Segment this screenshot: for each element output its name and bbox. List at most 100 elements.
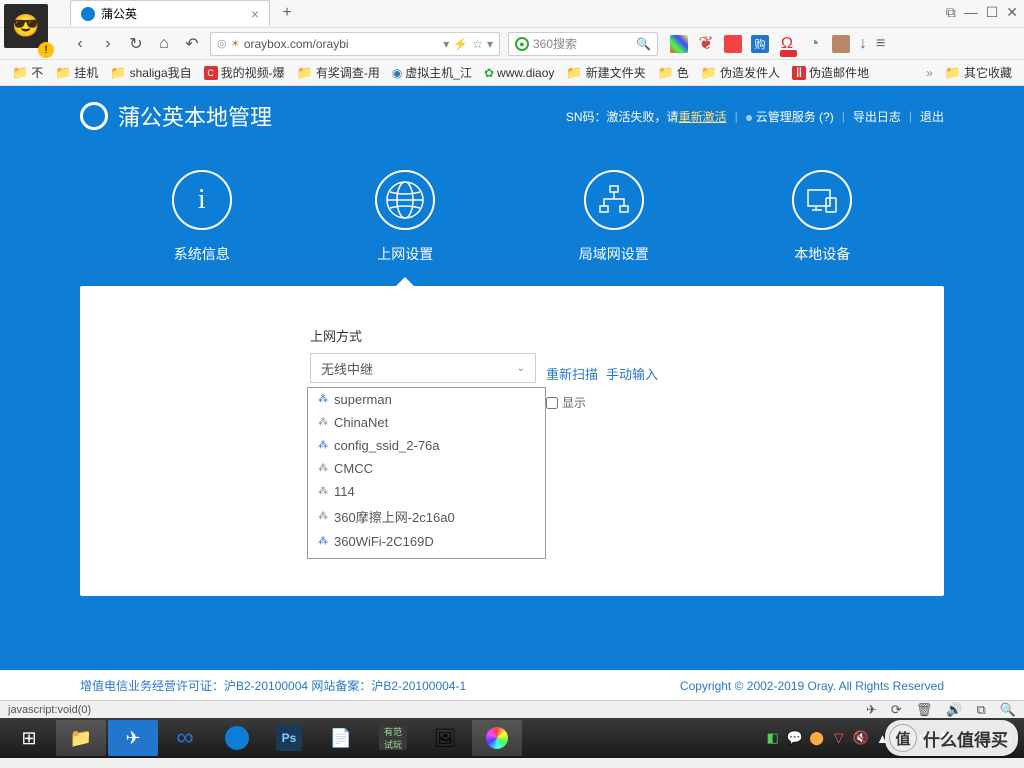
extension-icons: ❦ 购 Ωnew ◔ ↓ ≡ bbox=[670, 35, 885, 53]
browser-tab[interactable]: 蒲公英 × bbox=[70, 0, 270, 26]
window-close-icon[interactable]: ✕ bbox=[1006, 4, 1018, 21]
flash-icon[interactable]: ⚡ bbox=[453, 37, 468, 51]
status-icon[interactable]: ⟳ bbox=[891, 702, 902, 718]
taskbar-photoshop[interactable]: Ps bbox=[264, 720, 314, 756]
ext-icon-1[interactable] bbox=[670, 35, 688, 53]
home-button[interactable]: ⌂ bbox=[154, 34, 174, 54]
start-button[interactable]: ⊞ bbox=[4, 720, 54, 756]
show-password-checkbox[interactable] bbox=[546, 397, 558, 409]
taskbar-app[interactable]: ✈ bbox=[108, 720, 158, 756]
status-icon[interactable]: 🗑 bbox=[916, 702, 933, 718]
forward-button[interactable]: › bbox=[98, 34, 118, 54]
wifi-option[interactable]: ⁂CMCC bbox=[308, 457, 545, 480]
bookmark-item[interactable]: ◉虚拟主机_江 bbox=[388, 62, 476, 83]
logout-link[interactable]: 退出 bbox=[920, 108, 944, 125]
tray-icon[interactable]: ⬤ bbox=[809, 730, 825, 746]
ext-icon-7[interactable] bbox=[832, 35, 850, 53]
tray-icon[interactable]: ◧ bbox=[765, 730, 781, 746]
bookmark-item[interactable]: 📁挂机 bbox=[51, 62, 102, 83]
bookmark-bar: 📁不 📁挂机 📁shaliga我自 C我的视频-爆 📁有奖调查-用 ◉虚拟主机_… bbox=[0, 60, 1024, 86]
taskbar: ⊞ 📁 ✈ ∞ Ps 📄 有范试玩 🖼 ◧ 💬 ⬤ ▽ 🔇 ▲ ⬢ 中 ⚑ 20… bbox=[0, 718, 1024, 758]
bookmark-item[interactable]: 📁色 bbox=[654, 62, 693, 83]
window-maximize-icon[interactable]: ☐ bbox=[986, 4, 999, 21]
taskbar-explorer[interactable]: 📁 bbox=[56, 720, 106, 756]
download-icon[interactable]: ↓ bbox=[859, 35, 867, 53]
tab-lan-settings[interactable]: 局域网设置 bbox=[579, 146, 649, 286]
bookmark-item[interactable]: 📁不 bbox=[8, 62, 47, 83]
wifi-icon: ⁂ bbox=[318, 417, 328, 428]
bookmark-overflow[interactable]: » bbox=[922, 64, 937, 82]
tab-local-devices[interactable]: 本地设备 bbox=[792, 146, 852, 286]
status-icon[interactable]: 🔍 bbox=[1000, 702, 1016, 718]
chevron-icon[interactable]: ▾ bbox=[487, 37, 493, 51]
lan-icon bbox=[584, 170, 644, 230]
wifi-option[interactable]: ⁂360WiFi-2C169D bbox=[308, 530, 545, 553]
url-input[interactable] bbox=[244, 37, 439, 51]
menu-icon[interactable]: ≡ bbox=[876, 35, 885, 53]
taskbar-app[interactable]: 有范试玩 bbox=[368, 720, 418, 756]
cloud-service-link[interactable]: 云管理服务 (?) bbox=[746, 108, 834, 125]
tray-icon[interactable]: ▽ bbox=[831, 730, 847, 746]
dropdown-icon[interactable]: ▾ bbox=[443, 37, 449, 51]
ext-icon-3[interactable] bbox=[724, 35, 742, 53]
search-engine-icon: ● bbox=[515, 37, 529, 51]
reload-button[interactable]: ↻ bbox=[126, 34, 146, 54]
tab-internet-settings[interactable]: 上网设置 bbox=[375, 146, 435, 286]
status-icon[interactable]: 🔊 bbox=[946, 702, 962, 718]
user-avatar[interactable]: 😎 ! bbox=[4, 4, 52, 56]
wifi-option[interactable]: ⁂ChinaNet bbox=[308, 411, 545, 434]
taskbar-app[interactable]: 🖼 bbox=[420, 720, 470, 756]
bookmark-item[interactable]: 📁新建文件夹 bbox=[562, 62, 649, 83]
wifi-option[interactable]: ⁂ChinaNet-XCRp bbox=[308, 553, 545, 559]
wifi-option[interactable]: ⁂114 bbox=[308, 480, 545, 503]
ext-icon-6[interactable]: ◔ bbox=[805, 35, 823, 53]
bookmark-item[interactable]: 📁伪造发件人 bbox=[697, 62, 784, 83]
export-log-link[interactable]: 导出日志 bbox=[853, 108, 901, 125]
close-tab-icon[interactable]: × bbox=[251, 6, 259, 22]
new-tab-button[interactable]: + bbox=[274, 2, 300, 24]
nav-tabs: i 系统信息 上网设置 局域网设置 本地设备 bbox=[0, 146, 1024, 286]
window-minimize-icon[interactable]: — bbox=[964, 4, 978, 21]
search-icon[interactable]: 🔍 bbox=[636, 37, 651, 51]
tray-icon[interactable]: 💬 bbox=[787, 730, 803, 746]
url-field[interactable]: ◎ ✶ ▾ ⚡ ☆ ▾ bbox=[210, 32, 500, 56]
site-icon: ✶ bbox=[231, 37, 240, 50]
status-icon[interactable]: ⧉ bbox=[977, 702, 986, 718]
ext-icon-5[interactable]: Ωnew bbox=[778, 35, 796, 53]
bookmark-item[interactable]: ||伪造邮件地 bbox=[788, 62, 873, 83]
status-icon[interactable]: ✈ bbox=[866, 702, 877, 718]
bookmark-item[interactable]: 📁shaliga我自 bbox=[106, 62, 195, 83]
tray-icon[interactable]: 🔇 bbox=[853, 730, 869, 746]
bookmark-item[interactable]: 📁其它收藏 bbox=[941, 62, 1016, 83]
globe-icon bbox=[375, 170, 435, 230]
search-field[interactable]: ● 360搜索 🔍 bbox=[508, 32, 658, 56]
bookmark-item[interactable]: 📁有奖调查-用 bbox=[293, 62, 384, 83]
taskbar-app[interactable] bbox=[212, 720, 262, 756]
brand-title: 蒲公英本地管理 bbox=[118, 100, 272, 132]
tab-system-info[interactable]: i 系统信息 bbox=[172, 146, 232, 286]
taskbar-app[interactable] bbox=[472, 720, 522, 756]
back-button[interactable]: ‹ bbox=[70, 34, 90, 54]
wifi-option[interactable]: ⁂superman bbox=[308, 388, 545, 411]
bookmark-item[interactable]: C我的视频-爆 bbox=[200, 62, 289, 83]
address-bar: ‹ › ↻ ⌂ ↶ ◎ ✶ ▾ ⚡ ☆ ▾ ● 360搜索 🔍 ❦ 购 Ωnew… bbox=[0, 28, 1024, 60]
wifi-option[interactable]: ⁂360摩擦上网-2c16a0 bbox=[308, 503, 545, 530]
ext-icon-4[interactable]: 购 bbox=[751, 35, 769, 53]
taskbar-app[interactable]: ∞ bbox=[160, 720, 210, 756]
wifi-option[interactable]: ⁂config_ssid_2-76a bbox=[308, 434, 545, 457]
show-label: 显示 bbox=[562, 394, 586, 411]
wifi-dropdown[interactable]: ⁂superman ⁂ChinaNet ⁂config_ssid_2-76a ⁂… bbox=[307, 387, 546, 559]
ext-icon-2[interactable]: ❦ bbox=[697, 35, 715, 53]
rescan-link[interactable]: 重新扫描 bbox=[546, 364, 598, 383]
star-icon[interactable]: ☆ bbox=[472, 37, 483, 51]
browser-status-bar: javascript:void(0) ✈ ⟳ 🗑 🔊 ⧉ 🔍 bbox=[0, 700, 1024, 718]
window-restore-icon[interactable]: ⧉ bbox=[946, 4, 956, 21]
undo-button[interactable]: ↶ bbox=[182, 34, 202, 54]
bookmark-item[interactable]: ✿www.diaoy bbox=[480, 64, 558, 82]
method-select[interactable]: 无线中继 ⌄ bbox=[310, 353, 536, 383]
manual-input-link[interactable]: 手动输入 bbox=[606, 364, 658, 383]
search-placeholder: 360搜索 bbox=[533, 35, 577, 52]
taskbar-app[interactable]: 📄 bbox=[316, 720, 366, 756]
wifi-icon: ⁂ bbox=[318, 440, 328, 451]
reactivate-link[interactable]: 重新激活 bbox=[679, 110, 727, 124]
